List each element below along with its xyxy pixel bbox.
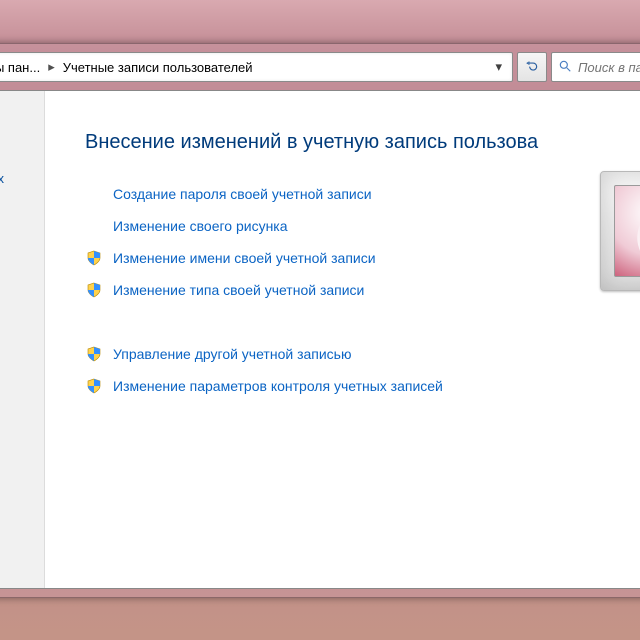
breadcrumb-part-1[interactable]: ты пан... [0,60,46,75]
task-link[interactable]: Изменение имени своей учетной записи [85,250,640,266]
search-input[interactable] [578,60,640,75]
user-picture[interactable] [600,171,640,291]
refresh-button[interactable] [517,52,547,82]
task-link[interactable]: Управление другой учетной записью [85,346,640,362]
uac-shield-icon [85,250,103,266]
breadcrumb-dropdown-icon[interactable]: ▾ [489,59,508,75]
content-area: ных ых Внесение изменений в учетную запи… [0,90,640,589]
search-field[interactable] [551,52,640,82]
task-link[interactable]: Создание пароля своей учетной записи [85,186,640,202]
task-link[interactable]: Изменение своего рисунка [85,218,640,234]
page-title: Внесение изменений в учетную запись поль… [85,131,640,154]
sidebar-item[interactable]: ых [0,246,44,261]
breadcrumb[interactable]: ты пан... ▸ Учетные записи пользователей… [0,52,513,82]
sidebar-item[interactable]: ных [0,171,44,186]
task-link-label: Изменение имени своей учетной записи [113,250,376,266]
uac-shield-icon [85,282,103,298]
task-link-label: Создание пароля своей учетной записи [113,186,372,202]
task-link-label: Изменение параметров контроля учетных за… [113,378,443,394]
main-panel: Внесение изменений в учетную запись поль… [45,91,640,588]
control-panel-window: ты пан... ▸ Учетные записи пользователей… [0,43,640,598]
task-links: Создание пароля своей учетной записи Изм… [85,186,640,394]
uac-shield-icon [85,346,103,362]
refresh-icon [525,59,539,76]
task-link[interactable]: Изменение параметров контроля учетных за… [85,378,640,394]
uac-shield-icon [85,378,103,394]
task-link-label: Изменение своего рисунка [113,218,288,234]
task-link[interactable]: Изменение типа своей учетной записи [85,282,640,298]
breadcrumb-part-2[interactable]: Учетные записи пользователей [57,60,259,75]
breadcrumb-separator-icon[interactable]: ▸ [46,59,57,75]
search-icon [558,59,572,76]
task-link-label: Управление другой учетной записью [113,346,351,362]
toolbar: ты пан... ▸ Учетные записи пользователей… [0,52,640,82]
sidebar: ных ых [0,91,45,588]
user-picture-image [614,185,640,277]
task-link-label: Изменение типа своей учетной записи [113,282,364,298]
